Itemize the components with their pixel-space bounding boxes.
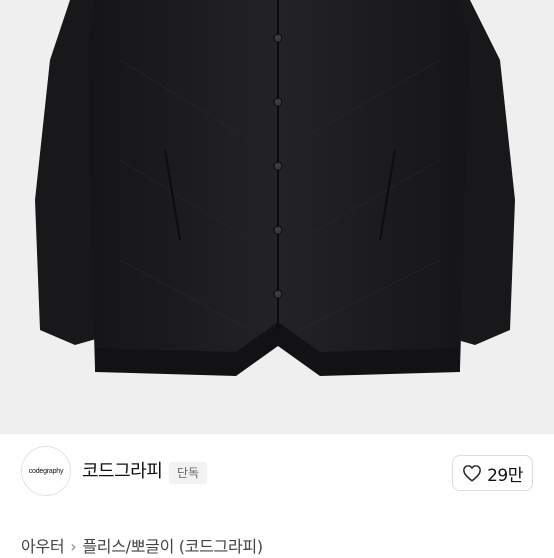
brand-logo[interactable]: codegraphy bbox=[21, 446, 71, 496]
breadcrumb-item-outer[interactable]: 아우터 bbox=[21, 537, 65, 556]
like-button[interactable]: 29만 bbox=[452, 455, 533, 491]
exclusive-badge: 단독 bbox=[169, 462, 208, 484]
jacket-illustration bbox=[35, 0, 515, 376]
breadcrumb-item-fleece[interactable]: 플리스/뽀글이 (코드그라피) bbox=[82, 537, 263, 556]
product-photo[interactable] bbox=[0, 0, 554, 434]
brand-name[interactable]: 코드그라피 bbox=[82, 460, 163, 484]
breadcrumb-separator: › bbox=[70, 537, 77, 556]
brand-logo-text: codegraphy bbox=[28, 467, 64, 475]
heart-outline-icon bbox=[463, 465, 482, 482]
like-count: 29만 bbox=[487, 465, 523, 486]
breadcrumb: 아우터 › 플리스/뽀글이 (코드그라피) bbox=[21, 536, 263, 558]
